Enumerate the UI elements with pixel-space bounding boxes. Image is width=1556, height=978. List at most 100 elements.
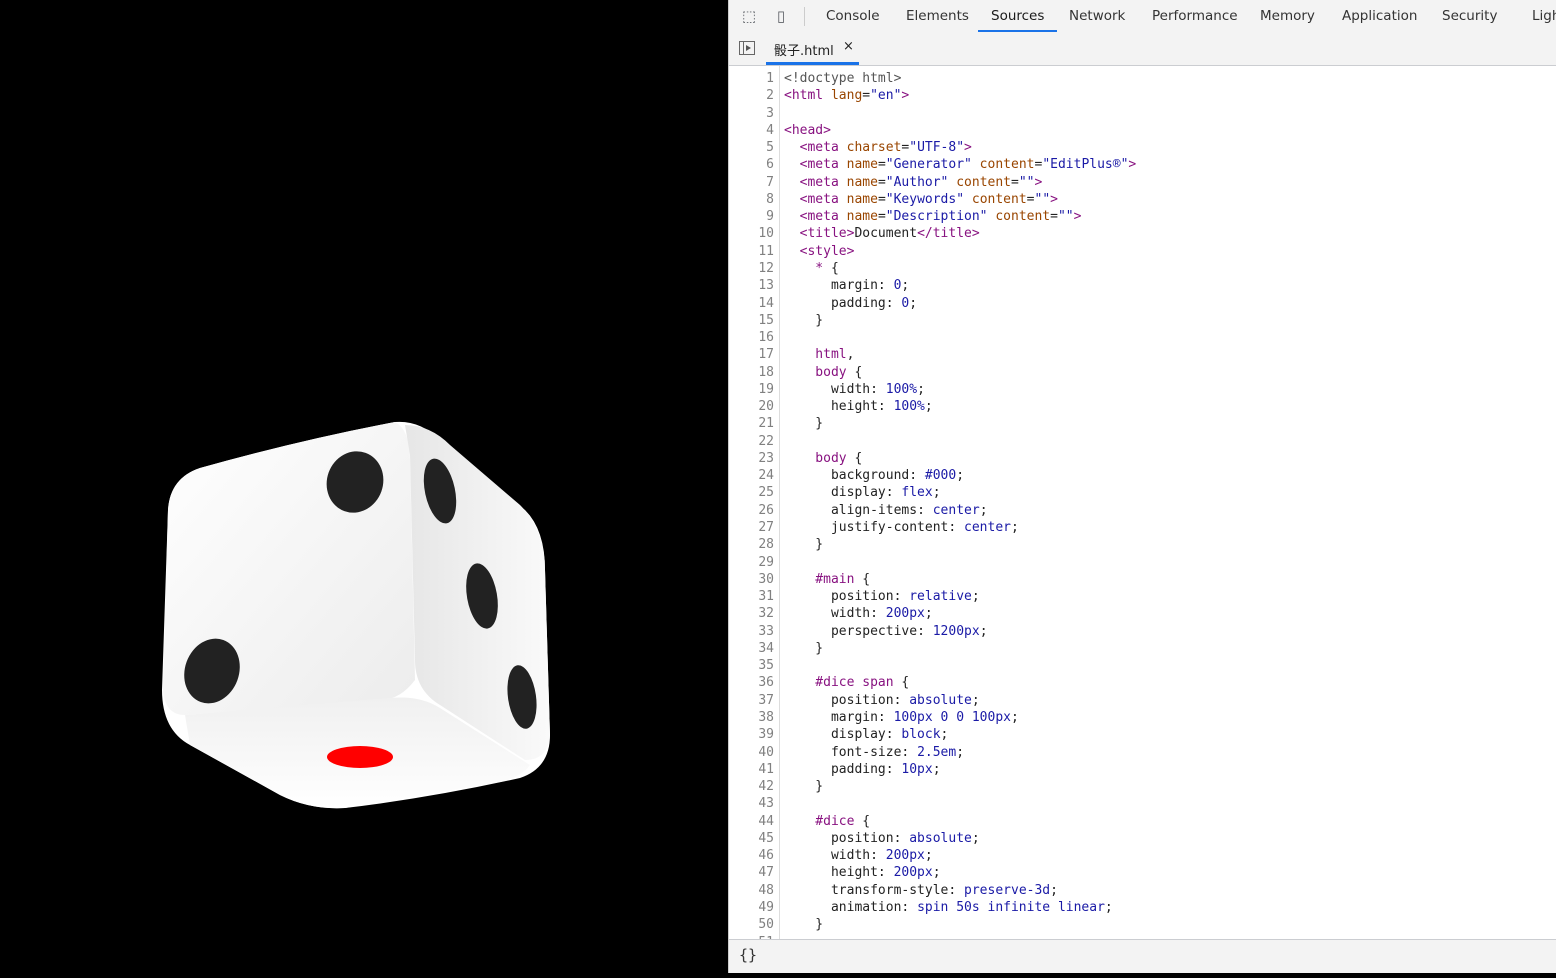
code-line: justify-content: center;: [784, 520, 1019, 535]
toggle-navigator-icon[interactable]: [739, 41, 755, 55]
code-token: <meta: [784, 157, 839, 173]
code-token: ;: [932, 761, 941, 777]
code-token: #dice: [784, 813, 855, 829]
code-line: body {: [784, 365, 862, 380]
code-line: padding: 0;: [784, 296, 917, 311]
tab-console[interactable]: Console: [826, 0, 880, 33]
code-token: font-size: [784, 744, 902, 760]
code-line: width: 200px;: [784, 606, 933, 621]
code-token: content: [948, 174, 1012, 190]
code-token: :: [917, 623, 933, 639]
code-token: width: [784, 848, 871, 864]
code-token: ;: [924, 848, 933, 864]
code-token: justify-content: [784, 520, 949, 536]
code-token: :: [870, 848, 886, 864]
code-token: ;: [971, 692, 980, 708]
code-token: 10px: [901, 761, 933, 777]
code-token: "UTF-8": [909, 140, 965, 156]
code-token: padding: [784, 761, 886, 777]
line-number: 32: [758, 606, 774, 622]
tab-network[interactable]: Network: [1069, 0, 1125, 33]
line-number: 33: [758, 623, 774, 639]
line-number: 35: [758, 658, 774, 674]
code-line: }: [784, 641, 823, 656]
line-number: 12: [758, 260, 774, 276]
code-token: :: [885, 295, 902, 311]
code-line: display: block;: [784, 727, 948, 742]
code-token: height: [784, 865, 878, 881]
code-token: name: [838, 157, 878, 173]
code-line: <meta charset="UTF-8">: [784, 140, 972, 155]
tab-performance[interactable]: Performance: [1152, 0, 1238, 33]
code-token: :: [870, 606, 886, 622]
code-token: 1200px: [932, 623, 980, 639]
code-line: height: 100%;: [784, 399, 933, 414]
code-token: transform-style: [784, 882, 949, 898]
line-number: 5: [766, 140, 774, 156]
code-token: :: [917, 502, 933, 518]
code-line: align-items: center;: [784, 503, 988, 518]
tab-elements[interactable]: Elements: [906, 0, 969, 33]
code-token: 100%: [885, 381, 918, 397]
line-number: 46: [758, 848, 774, 864]
code-token: :: [877, 709, 894, 725]
code-token: >: [1073, 209, 1082, 225]
line-number: 4: [766, 122, 774, 138]
devtools-tabbar: ⬚ ▯ Console Elements Sources Network Perform…: [729, 0, 1556, 34]
code-token: ;: [1010, 709, 1019, 725]
code-token: charset: [838, 140, 902, 156]
device-toolbar-icon[interactable]: ▯: [771, 6, 791, 26]
code-token: </title>: [917, 226, 980, 242]
line-number: 16: [758, 330, 774, 346]
code-token: >: [1034, 174, 1043, 190]
tab-ligh[interactable]: Ligh: [1532, 0, 1556, 33]
code-line: #dice {: [784, 814, 870, 829]
inspect-element-icon[interactable]: ⬚: [739, 6, 759, 26]
pretty-print-button[interactable]: {}: [739, 946, 757, 964]
code-token: =: [877, 191, 886, 207]
code-token: body: [784, 450, 847, 466]
code-token: :: [893, 589, 910, 605]
tab-memory[interactable]: Memory: [1260, 0, 1315, 33]
tab-sources[interactable]: Sources: [977, 0, 1058, 33]
code-token: :: [870, 381, 886, 397]
code-token: >: [901, 88, 910, 104]
divider: [804, 7, 805, 26]
tab-application[interactable]: Application: [1342, 0, 1417, 33]
code-token: "en": [870, 88, 902, 104]
line-number: 1: [766, 71, 774, 86]
code-token: <meta: [784, 191, 839, 207]
code-token: <!doctype html>: [784, 71, 902, 86]
line-number: 2: [766, 88, 774, 104]
code-token: ;: [917, 381, 925, 397]
code-token: <head>: [784, 122, 831, 138]
line-number: 3: [766, 105, 774, 121]
code-token: <meta: [784, 140, 839, 156]
file-tab[interactable]: 骰子.html ×: [766, 33, 859, 65]
code-token: :: [877, 278, 894, 294]
code-token: relative: [909, 589, 972, 605]
code-token: ;: [1011, 520, 1019, 536]
line-number: 50: [758, 917, 774, 933]
close-icon[interactable]: ×: [843, 39, 854, 54]
code-line: font-size: 2.5em;: [784, 745, 964, 760]
code-line: }: [784, 779, 823, 794]
code-token: width: [784, 381, 871, 397]
code-token: absolute: [909, 692, 972, 708]
code-token: <html: [784, 88, 824, 104]
code-token: =: [1026, 191, 1035, 207]
line-number: 24: [758, 468, 774, 484]
code-token: =: [1050, 209, 1058, 225]
code-token: ;: [932, 865, 941, 881]
line-number: 10: [758, 226, 774, 242]
code-line: * {: [784, 261, 839, 276]
code-token: flex: [901, 485, 933, 501]
code-line: #main {: [784, 572, 870, 587]
tab-security[interactable]: Security: [1442, 0, 1497, 33]
code-token: margin: [784, 278, 878, 294]
code-token: {: [823, 260, 839, 276]
code-line: animation: spin 50s infinite linear;: [784, 900, 1113, 915]
file-tab-name: 骰子.html: [774, 44, 834, 59]
code-token: "Description": [885, 209, 988, 225]
code-editor[interactable]: 1 2 3 4 5 6 7 8 9 10 11 12 13 14 15 16 17 18 19 20 21 22 23 24 2…: [729, 66, 1556, 940]
